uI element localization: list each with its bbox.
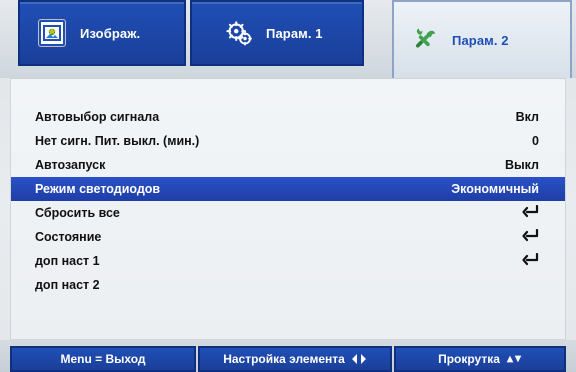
menu-item-label: доп наст 1 [35, 254, 100, 268]
tab-settings-2-label: Парам. 2 [452, 32, 509, 48]
tools-icon [412, 27, 438, 53]
top-tab-bar: Изображ. Парам. 1 Парам. 2 [0, 0, 576, 78]
settings-panel: Автовыбор сигнала Вкл Нет сигн. Пит. вык… [10, 78, 566, 340]
menu-item-label: Сбросить все [35, 206, 120, 220]
menu-item-action [459, 252, 539, 270]
help-scroll-text: Прокрутка [438, 352, 500, 366]
enter-icon [522, 228, 539, 241]
menu-item-led-mode[interactable]: Режим светодиодов Экономичный [11, 177, 565, 201]
menu-item-label: доп наст 2 [35, 278, 100, 292]
tab-image-label: Изображ. [80, 25, 141, 41]
tab-settings-2[interactable]: Парам. 2 [392, 0, 572, 78]
menu-item-value: Экономичный [451, 182, 539, 196]
up-down-arrows-icon [506, 351, 522, 367]
help-adjust: Настройка элемента [198, 346, 392, 372]
tab-settings-1[interactable]: Парам. 1 [190, 0, 364, 66]
menu-item-label: Нет сигн. Пит. выкл. (мин.) [35, 134, 200, 148]
picture-icon [38, 19, 66, 47]
gears-icon [226, 20, 252, 46]
menu-item-reset-all[interactable]: Сбросить все [11, 201, 565, 225]
help-adjust-text: Настройка элемента [223, 352, 345, 366]
menu-item-value: Вкл [515, 110, 539, 124]
enter-icon [522, 252, 539, 265]
menu-item-label: Режим светодиодов [35, 182, 161, 196]
help-exit-text: Menu = Выход [60, 352, 146, 366]
menu-item-label: Автозапуск [35, 158, 106, 172]
menu-item-status[interactable]: Состояние [11, 225, 565, 249]
menu-item-label: Автовыбор сигнала [35, 110, 160, 124]
left-right-arrows-icon [351, 351, 367, 367]
help-bar: Menu = Выход Настройка элемента Прокрутк… [0, 340, 576, 372]
menu-item-auto-source[interactable]: Автовыбор сигнала Вкл [11, 105, 565, 129]
menu-item-label: Состояние [35, 230, 102, 244]
tab-settings-1-label: Парам. 1 [266, 25, 323, 41]
menu-item-no-signal-power-off[interactable]: Нет сигн. Пит. выкл. (мин.) 0 [11, 129, 565, 153]
menu-item-action [459, 204, 539, 222]
menu-item-extra-settings-1[interactable]: доп наст 1 [11, 249, 565, 273]
tab-image[interactable]: Изображ. [18, 0, 186, 66]
menu-item-extra-settings-2[interactable]: доп наст 2 [11, 273, 565, 297]
menu-item-auto-power-on[interactable]: Автозапуск Выкл [11, 153, 565, 177]
help-scroll: Прокрутка [394, 346, 566, 372]
menu-item-value: 0 [532, 134, 539, 148]
projector-osd-screen: Изображ. Парам. 1 Парам. 2 Автовыбор сиг… [0, 0, 576, 372]
enter-icon [522, 204, 539, 217]
menu-item-value: Выкл [504, 158, 539, 172]
menu-item-action [459, 228, 539, 246]
help-exit: Menu = Выход [10, 346, 196, 372]
